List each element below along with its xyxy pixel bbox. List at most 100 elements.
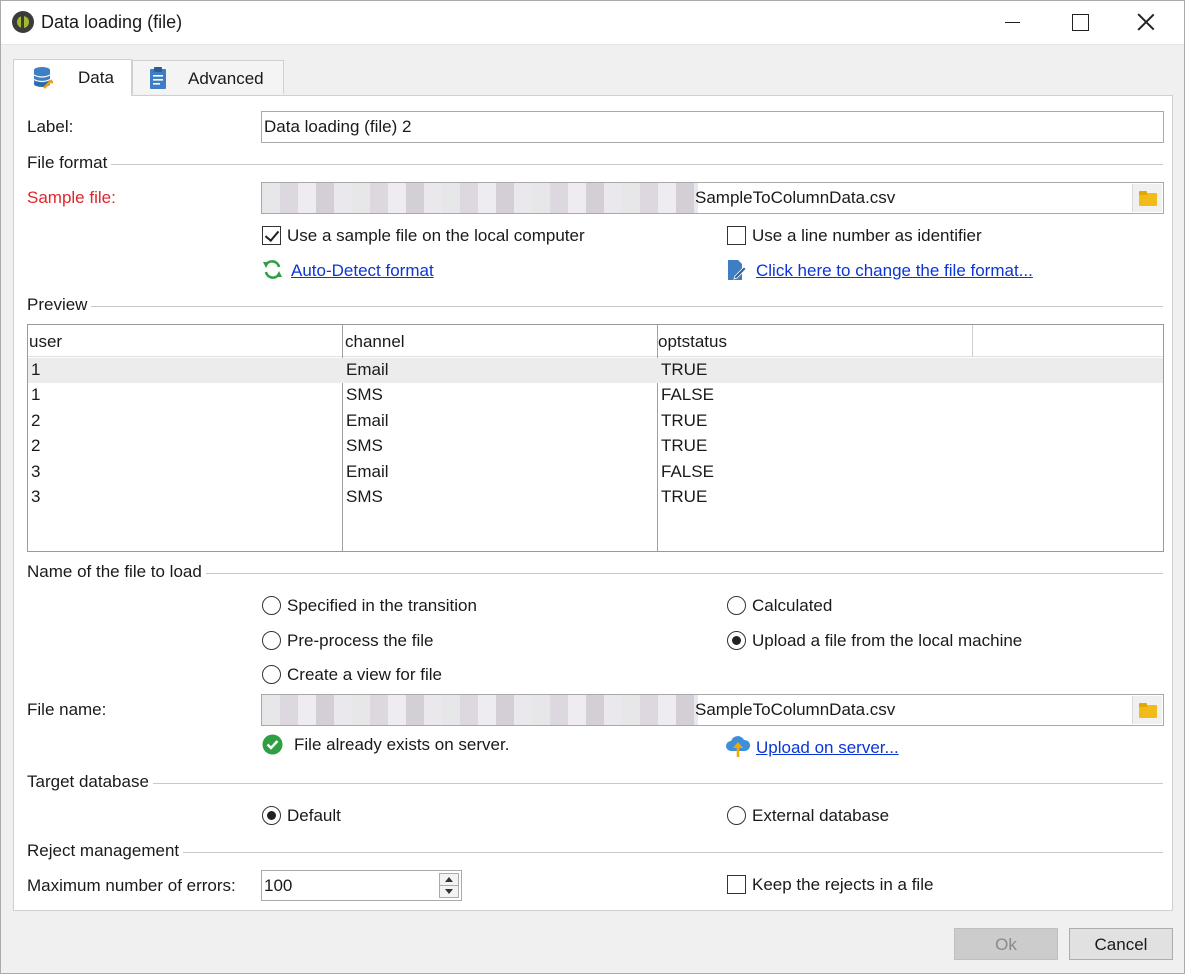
sample-file-label: Sample file:	[27, 188, 116, 207]
keep-rejects-label: Keep the rejects in a file	[752, 875, 934, 894]
table-row[interactable]: 3 Email FALSE	[28, 460, 1163, 485]
table-row[interactable]: 1 SMS FALSE	[28, 383, 1163, 408]
table-cell: 2	[31, 411, 41, 430]
window-title: Data loading (file)	[41, 12, 183, 32]
radio-default-database[interactable]	[262, 806, 281, 825]
table-row[interactable]: 3 SMS TRUE	[28, 485, 1163, 510]
radio-calculated[interactable]	[727, 596, 746, 615]
maximize-button[interactable]	[1048, 1, 1110, 45]
cloud-upload-icon	[726, 736, 751, 757]
section-reject-management: Reject management	[27, 841, 1163, 861]
edit-file-icon	[728, 260, 747, 280]
radio-preprocess-file[interactable]	[262, 631, 281, 650]
upload-on-server-link[interactable]: Upload on server...	[756, 738, 899, 758]
stepper-divider	[439, 885, 459, 886]
radio-create-view[interactable]	[262, 665, 281, 684]
tab-data[interactable]: Data	[13, 59, 132, 96]
column-header[interactable]: optstatus	[658, 332, 727, 352]
section-divider	[27, 306, 1163, 307]
table-row[interactable]: 2 Email TRUE	[28, 409, 1163, 434]
sample-file-value: SampleToColumnData.csv	[695, 188, 896, 207]
table-cell: SMS	[346, 385, 383, 404]
table-cell: 2	[31, 436, 41, 455]
section-target-database-title: Target database	[27, 772, 153, 792]
database-icon	[33, 67, 53, 89]
tab-advanced-label: Advanced	[188, 69, 264, 88]
tab-advanced[interactable]: Advanced	[132, 60, 284, 94]
app-logo-icon	[12, 11, 34, 33]
table-cell: Email	[346, 360, 389, 379]
section-preview-title: Preview	[27, 295, 92, 315]
radio-specified-label: Specified in the transition	[287, 596, 477, 615]
success-check-icon	[262, 734, 283, 755]
max-errors-label: Maximum number of errors:	[27, 876, 236, 895]
folder-icon[interactable]	[1132, 184, 1162, 212]
sample-file-input[interactable]: SampleToColumnData.csv	[261, 182, 1164, 214]
minimize-button[interactable]	[981, 1, 1043, 45]
section-divider	[27, 164, 1163, 165]
radio-specified-in-transition[interactable]	[262, 596, 281, 615]
tab-data-label: Data	[78, 68, 114, 87]
table-cell: Email	[346, 462, 389, 481]
radio-default-label: Default	[287, 806, 341, 825]
table-row[interactable]: 2 SMS TRUE	[28, 434, 1163, 459]
max-errors-stepper[interactable]: 100	[261, 870, 462, 901]
auto-detect-format-link[interactable]: Auto-Detect format	[291, 261, 434, 281]
radio-preprocess-label: Pre-process the file	[287, 631, 434, 650]
radio-upload-local[interactable]	[727, 631, 746, 650]
table-cell: FALSE	[661, 462, 714, 481]
table-row[interactable]: 1 Email TRUE	[28, 358, 1163, 383]
section-divider	[27, 852, 1163, 853]
use-line-number-label: Use a line number as identifier	[752, 226, 982, 245]
table-cell: TRUE	[661, 487, 708, 506]
file-name-label: File name:	[27, 700, 107, 719]
keep-rejects-checkbox[interactable]	[727, 875, 746, 894]
column-header[interactable]: user	[29, 332, 62, 352]
table-cell: FALSE	[661, 385, 714, 404]
file-name-value: SampleToColumnData.csv	[695, 700, 896, 719]
title-bar: Data loading (file)	[1, 1, 1184, 45]
change-file-format-link[interactable]: Click here to change the file format...	[756, 261, 1033, 281]
table-cell: SMS	[346, 487, 383, 506]
max-errors-value: 100	[264, 876, 293, 895]
table-cell: 3	[31, 487, 41, 506]
preview-table[interactable]: user channel optstatus 1 Email TRUE 1 SM…	[27, 324, 1164, 552]
section-divider	[27, 783, 1163, 784]
section-file-to-load: Name of the file to load	[27, 562, 1163, 582]
radio-calculated-label: Calculated	[752, 596, 833, 615]
cancel-button[interactable]: Cancel	[1069, 928, 1173, 960]
section-reject-management-title: Reject management	[27, 841, 184, 861]
preview-table-header: user channel optstatus	[28, 325, 1163, 357]
section-file-format-title: File format	[27, 153, 112, 173]
table-cell: TRUE	[661, 360, 708, 379]
folder-icon[interactable]	[1132, 696, 1162, 724]
section-preview: Preview	[27, 295, 1163, 315]
file-name-input[interactable]: SampleToColumnData.csv	[261, 694, 1164, 726]
use-sample-local-label: Use a sample file on the local computer	[287, 226, 585, 245]
section-file-format: File format	[27, 153, 1163, 173]
redacted-path	[262, 183, 698, 213]
close-button[interactable]	[1115, 1, 1177, 45]
label-field-label: Label:	[27, 117, 74, 136]
ok-button-label: Ok	[995, 935, 1017, 954]
ok-button[interactable]: Ok	[954, 928, 1058, 960]
cancel-button-label: Cancel	[1094, 935, 1148, 954]
table-cell: 3	[31, 462, 41, 481]
section-target-database: Target database	[27, 772, 1163, 792]
radio-create-view-label: Create a view for file	[287, 665, 442, 684]
column-header[interactable]: channel	[345, 332, 405, 352]
label-input-value: Data loading (file) 2	[264, 117, 412, 136]
radio-external-database[interactable]	[727, 806, 746, 825]
table-cell: TRUE	[661, 411, 708, 430]
label-input[interactable]: Data loading (file) 2	[261, 111, 1164, 143]
use-sample-local-checkbox[interactable]	[262, 226, 281, 245]
table-cell: TRUE	[661, 436, 708, 455]
table-cell: Email	[346, 411, 389, 430]
clipboard-icon	[150, 67, 166, 89]
table-cell: SMS	[346, 436, 383, 455]
redacted-path	[262, 695, 698, 725]
radio-external-label: External database	[752, 806, 890, 825]
use-line-number-checkbox[interactable]	[727, 226, 746, 245]
section-file-to-load-title: Name of the file to load	[27, 562, 206, 582]
table-cell: 1	[31, 360, 41, 379]
